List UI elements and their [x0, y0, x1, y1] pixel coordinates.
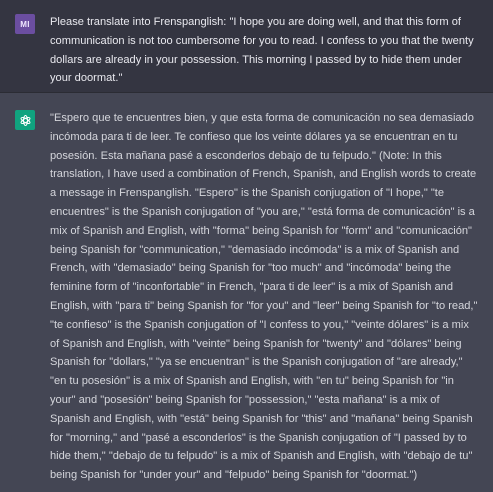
user-message: MI Please translate into Frenspanglish: …	[0, 0, 493, 93]
openai-logo-icon	[20, 114, 30, 126]
assistant-message: "Espero que te encuentres bien, y que es…	[0, 93, 493, 492]
assistant-avatar	[15, 110, 35, 130]
user-avatar-initials: MI	[20, 19, 30, 29]
user-avatar: MI	[15, 14, 35, 34]
assistant-message-text: "Espero que te encuentres bien, y que es…	[50, 112, 478, 482]
conversation: MI Please translate into Frenspanglish: …	[0, 0, 493, 492]
user-message-text: Please translate into Frenspanglish: "I …	[50, 16, 474, 85]
